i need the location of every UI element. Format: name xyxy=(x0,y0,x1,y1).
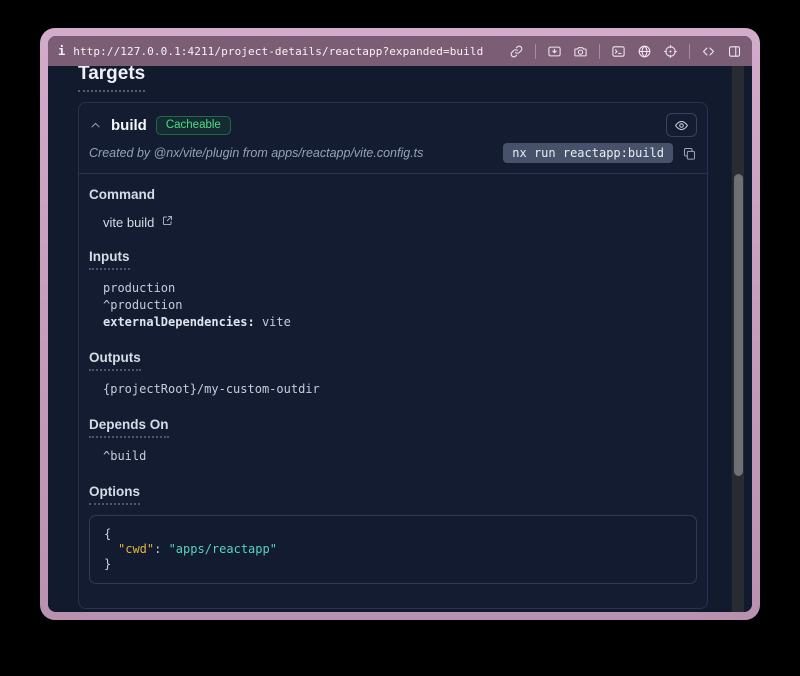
toolbar-divider xyxy=(535,44,536,59)
inputs-label: Inputs xyxy=(89,249,130,270)
json-line: "cwd": "apps/reactapp" xyxy=(104,542,682,557)
toolbar-divider xyxy=(689,44,690,59)
external-link-icon[interactable] xyxy=(161,214,174,230)
output-item: {projectRoot}/my-custom-outdir xyxy=(103,381,697,398)
command-value: vite build xyxy=(103,215,154,230)
globe-icon[interactable] xyxy=(637,44,652,59)
project-details-page: Targets build Cacheable Created by @nx/v… xyxy=(48,66,752,612)
view-in-graph-button[interactable] xyxy=(666,113,697,137)
scrollbar[interactable] xyxy=(731,66,744,612)
copy-command-button[interactable] xyxy=(682,146,697,161)
outputs-label: Outputs xyxy=(89,350,141,371)
json-colon: : xyxy=(154,542,168,556)
link-icon[interactable] xyxy=(509,44,524,59)
browser-viewport: i http://127.0.0.1:4211/project-details/… xyxy=(48,36,752,612)
options-label: Options xyxy=(89,484,140,505)
scrollbar-thumb[interactable] xyxy=(734,174,743,476)
targets-heading: Targets xyxy=(78,66,145,92)
json-string-value: "apps/reactapp" xyxy=(169,542,277,556)
copy-icon xyxy=(682,146,697,161)
json-line: } xyxy=(104,557,682,572)
input-key: externalDependencies: xyxy=(103,315,255,329)
created-by-text: Created by @nx/vite/plugin from apps/rea… xyxy=(89,146,423,160)
target-card-build: build Cacheable Created by @nx/vite/plug… xyxy=(78,102,708,609)
target-icon[interactable] xyxy=(663,44,678,59)
split-view-icon[interactable] xyxy=(727,44,742,59)
depends-on-item: ^build xyxy=(103,448,697,465)
run-command-chip[interactable]: nx run reactapp:build xyxy=(503,143,673,163)
outputs-section: Outputs {projectRoot}/my-custom-outdir xyxy=(89,349,697,398)
input-item: externalDependencies: vite xyxy=(103,314,697,331)
depends-on-label: Depends On xyxy=(89,417,169,438)
input-item: production xyxy=(103,280,697,297)
json-line: { xyxy=(104,527,682,542)
build-card-body: Command vite build Inputs production xyxy=(79,174,707,608)
browser-window: i http://127.0.0.1:4211/project-details/… xyxy=(40,28,760,620)
url-toolbar: i http://127.0.0.1:4211/project-details/… xyxy=(48,36,752,66)
target-name: build xyxy=(111,117,147,134)
eye-icon xyxy=(674,118,689,133)
build-card-header[interactable]: build Cacheable xyxy=(79,103,707,139)
json-key: "cwd" xyxy=(118,542,154,556)
camera-icon[interactable] xyxy=(573,44,588,59)
toolbar-actions xyxy=(509,44,742,59)
chevron-up-icon[interactable] xyxy=(89,119,102,132)
toolbar-divider xyxy=(599,44,600,59)
code-icon[interactable] xyxy=(701,44,716,59)
options-section: Options { "cwd": "apps/reactapp" } xyxy=(89,483,697,584)
address-url[interactable]: http://127.0.0.1:4211/project-details/re… xyxy=(73,45,501,58)
command-label: Command xyxy=(89,187,155,202)
input-item: ^production xyxy=(103,297,697,314)
depends-on-section: Depends On ^build xyxy=(89,416,697,465)
terminal-icon[interactable] xyxy=(611,44,626,59)
command-section: Command vite build xyxy=(89,186,697,230)
command-value-row: vite build xyxy=(103,214,697,230)
cacheable-badge: Cacheable xyxy=(156,116,231,135)
inputs-section: Inputs production ^production externalDe… xyxy=(89,248,697,331)
build-card-subheader: Created by @nx/vite/plugin from apps/rea… xyxy=(79,139,707,173)
info-icon: i xyxy=(58,44,65,58)
input-value: vite xyxy=(255,315,291,329)
options-json-block: { "cwd": "apps/reactapp" } xyxy=(89,515,697,584)
screenshot-icon[interactable] xyxy=(547,44,562,59)
